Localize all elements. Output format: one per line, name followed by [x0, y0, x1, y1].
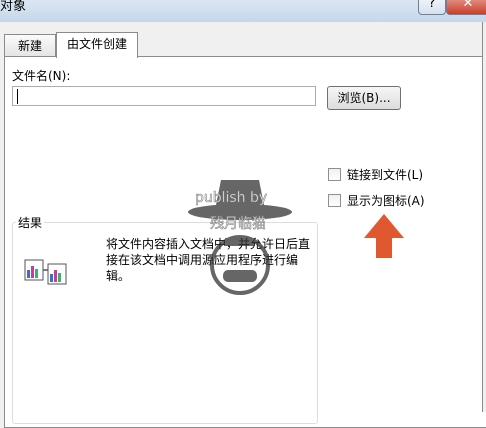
result-label: 结果: [16, 214, 45, 231]
title-bar: 对象 ? ✕: [0, 0, 486, 22]
watermark-line1: publish by: [195, 190, 267, 206]
watermark-line2: 残月临猫: [210, 216, 266, 232]
tab-create-from-file[interactable]: 由文件创建: [56, 32, 138, 58]
file-name-input[interactable]: [12, 86, 316, 106]
window-title: 对象: [0, 0, 27, 14]
display-as-icon-label[interactable]: 显示为图标(A): [347, 192, 425, 209]
up-arrow-icon: [364, 214, 404, 258]
close-button[interactable]: ✕: [446, 0, 486, 15]
browse-button[interactable]: 浏览(B)...: [327, 86, 401, 110]
link-to-file-option[interactable]: 链接到文件(L): [328, 166, 423, 183]
link-to-file-label[interactable]: 链接到文件(L): [347, 166, 423, 183]
link-to-file-checkbox[interactable]: [328, 168, 341, 181]
text-caret: [17, 89, 18, 104]
dialog-right-edge: [482, 22, 486, 412]
watermark-graphic: publish by 残月临猫: [188, 180, 292, 295]
display-as-icon-checkbox[interactable]: [328, 194, 341, 207]
help-button[interactable]: ?: [418, 0, 446, 15]
display-as-icon-option[interactable]: 显示为图标(A): [328, 192, 425, 209]
file-name-label: 文件名(N):: [12, 69, 71, 83]
tab-new[interactable]: 新建: [4, 34, 56, 57]
embedded-object-icon: [24, 259, 67, 285]
